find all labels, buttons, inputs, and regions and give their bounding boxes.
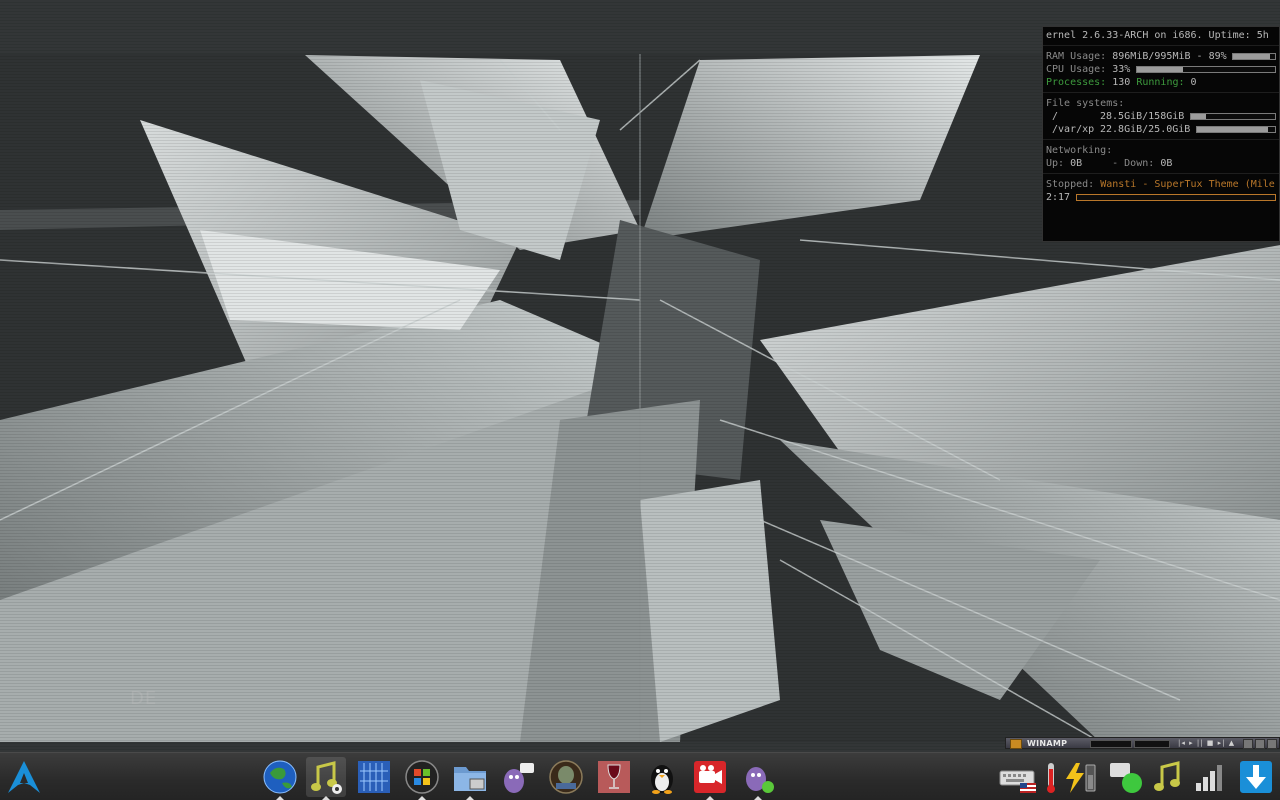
upload-label: Up:	[1046, 158, 1065, 169]
conky-system-monitor: ernel 2.6.33-ARCH on i686. Uptime: 5h RA…	[1042, 26, 1280, 242]
pidgin-online-icon[interactable]	[738, 757, 778, 800]
warcraft-game-icon[interactable]	[546, 757, 586, 797]
filesystems-label: File systems:	[1046, 98, 1125, 109]
music-note-tray-icon[interactable]	[1148, 757, 1188, 797]
player-status-label: Stopped:	[1046, 179, 1095, 190]
fs-xp-bar	[1196, 126, 1276, 133]
running-label: Running:	[1136, 77, 1185, 88]
winamp-title: WINAMP	[1027, 739, 1068, 748]
power-battery-icon[interactable]	[1060, 757, 1100, 797]
player-status-row: Stopped: Wansti - SuperTux Theme (Mile	[1046, 178, 1275, 191]
download-label: - Down:	[1112, 158, 1155, 169]
cpu-usage-row: CPU Usage: 33%	[1046, 63, 1276, 76]
web-browser-icon[interactable]	[260, 757, 300, 800]
ram-usage-row: RAM Usage: 896MiB/995MiB - 89%	[1046, 50, 1276, 63]
networking-label: Networking:	[1046, 145, 1113, 156]
fs-xp-row: /var/xp 22.8GiB/25.0GiB	[1046, 123, 1276, 136]
taskbar	[0, 752, 1280, 800]
ram-usage-value: 896MiB/995MiB - 89%	[1112, 51, 1227, 62]
winamp-close-button[interactable]	[1267, 739, 1277, 749]
wine-glass-icon[interactable]	[594, 757, 634, 797]
winamp-transport-controls[interactable]: |◂ ▸ || ■ ▸| ▲	[1178, 738, 1235, 749]
networking-section: Networking: Up: 0B - Down: 0B	[1043, 140, 1279, 174]
thermometer-icon[interactable]	[1040, 757, 1062, 797]
upload-value: 0B	[1070, 158, 1083, 169]
download-arrow-icon[interactable]	[1236, 757, 1276, 797]
usage-section: RAM Usage: 896MiB/995MiB - 89% CPU Usage…	[1043, 46, 1279, 93]
winamp-position-slider[interactable]	[1134, 740, 1170, 748]
winamp-windowshade[interactable]: WINAMP |◂ ▸ || ■ ▸| ▲	[1005, 737, 1280, 749]
windows-logo-icon[interactable]	[402, 757, 442, 800]
ram-usage-bar	[1232, 53, 1276, 60]
winamp-logo-icon[interactable]	[1010, 739, 1022, 749]
cpu-usage-label: CPU Usage:	[1046, 64, 1107, 75]
filesystems-section: File systems: / 28.5GiB/158GiB /var/xp 22.…	[1043, 93, 1279, 140]
network-traffic-row: Up: 0B - Down: 0B	[1046, 157, 1275, 170]
wallpaper-watermark: DE	[130, 688, 158, 709]
pidgin-chat-icon[interactable]	[498, 757, 538, 797]
file-manager-icon[interactable]	[450, 757, 490, 800]
notification-online-icon[interactable]	[1106, 757, 1146, 797]
music-player-icon[interactable]	[306, 757, 346, 800]
cpu-usage-value: 33%	[1112, 64, 1131, 75]
player-progress-row: 2:17	[1046, 191, 1276, 204]
winamp-visualizer	[1090, 740, 1132, 748]
running-value: 0	[1190, 77, 1197, 88]
video-recorder-icon[interactable]	[690, 757, 730, 800]
player-progress-bar	[1076, 194, 1276, 201]
download-value: 0B	[1160, 158, 1173, 169]
kernel-info: ernel 2.6.33-ARCH on i686. Uptime: 5h	[1046, 30, 1269, 41]
processes-row: Processes: 130 Running: 0	[1046, 76, 1275, 89]
fs-root-value: 28.5GiB/158GiB	[1100, 111, 1185, 122]
processes-value: 130	[1112, 77, 1131, 88]
arch-linux-logo-icon[interactable]	[4, 757, 44, 797]
player-time: 2:17	[1046, 192, 1071, 203]
keyboard-layout-us-icon[interactable]	[996, 757, 1036, 797]
fs-root-mount: /	[1052, 111, 1059, 122]
file-cabinet-icon[interactable]	[354, 757, 394, 797]
winamp-minimize-button[interactable]	[1243, 739, 1253, 749]
signal-strength-icon[interactable]	[1190, 757, 1230, 797]
fs-xp-mount: /var/xp	[1052, 124, 1095, 135]
fs-root-bar	[1190, 113, 1276, 120]
kernel-section: ernel 2.6.33-ARCH on i686. Uptime: 5h	[1043, 27, 1279, 46]
player-section: Stopped: Wansti - SuperTux Theme (Mile 2…	[1043, 174, 1279, 207]
tux-penguin-icon[interactable]	[642, 757, 682, 797]
fs-xp-value: 22.8GiB/25.0GiB	[1100, 124, 1191, 135]
winamp-shade-button[interactable]	[1255, 739, 1265, 749]
player-track-title: Wansti - SuperTux Theme (Mile	[1100, 179, 1275, 190]
processes-label: Processes:	[1046, 77, 1107, 88]
cpu-usage-bar	[1136, 66, 1276, 73]
ram-usage-label: RAM Usage:	[1046, 51, 1107, 62]
fs-root-row: / 28.5GiB/158GiB	[1046, 110, 1276, 123]
